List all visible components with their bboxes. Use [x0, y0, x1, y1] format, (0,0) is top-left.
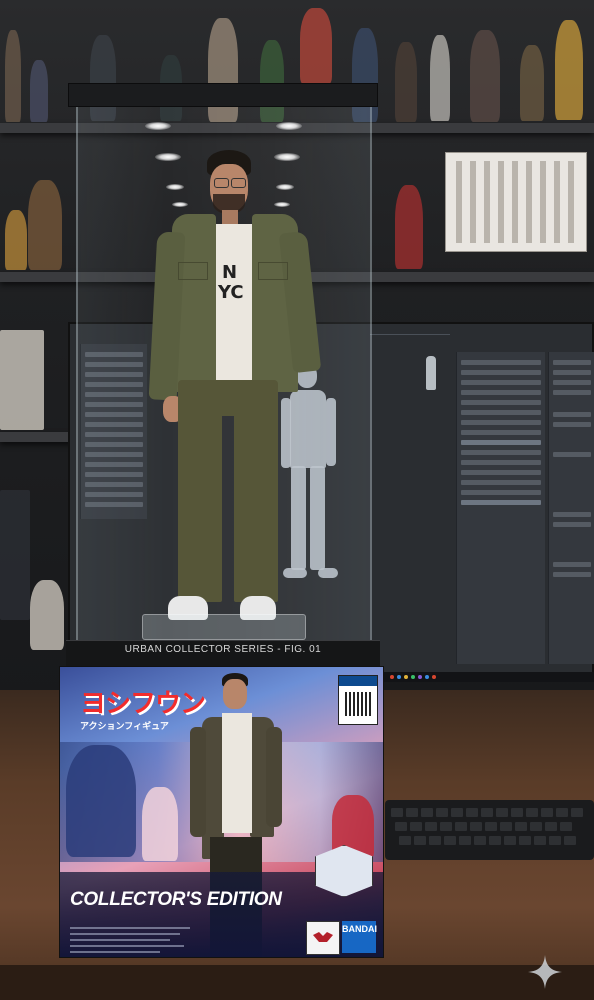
case-lid — [68, 83, 378, 107]
shelf-figure — [30, 580, 64, 650]
shelf-figure — [300, 8, 332, 84]
tee-print-line-1: N — [222, 262, 238, 283]
box-bat-logo — [306, 921, 340, 955]
inspector-panel-right — [548, 352, 594, 664]
tee-print-line-2: YC — [218, 282, 244, 303]
sparkle-icon — [528, 955, 562, 989]
case-spotlight — [276, 122, 302, 130]
box-edition-title: COLLECTOR'S EDITION — [70, 889, 282, 910]
shelf-figure — [30, 60, 48, 122]
manga-box-set — [445, 152, 587, 252]
box-corner-badge — [338, 675, 378, 725]
figure-base-plate — [142, 614, 306, 640]
case-spotlight — [172, 202, 188, 207]
keyboard — [385, 800, 594, 860]
case-spotlight — [155, 153, 181, 161]
shelf-figure — [5, 210, 27, 270]
shelf-figure — [430, 35, 450, 121]
box-character-left — [66, 745, 136, 857]
box-subtitle-japanese: アクションフィギュア — [80, 721, 169, 731]
shelf-figure — [0, 490, 30, 620]
shelf-figure — [520, 45, 544, 121]
shelf-figure — [28, 180, 62, 270]
case-spotlight — [166, 184, 184, 190]
taskbar-icon — [390, 675, 394, 679]
product-box: ヨシフウン アクションフィギュア COLLECTOR'S EDITION BAN… — [59, 666, 384, 958]
shelf-figure — [5, 30, 21, 122]
brand-name: BANDAI — [342, 924, 377, 934]
shelf-figure — [395, 42, 417, 122]
photo-scene: N YC URBAN COLLECTOR SERIES - FIG. 01 ヨシ… — [0, 0, 594, 1000]
case-spotlight — [274, 202, 290, 207]
bandai-logo: BANDAI — [342, 921, 377, 953]
taskbar-icon — [425, 675, 429, 679]
shelf-figure — [470, 30, 500, 122]
shelf-figure — [0, 330, 44, 430]
taskbar-icon — [418, 675, 422, 679]
taskbar-icon — [411, 675, 415, 679]
taskbar-icon — [404, 675, 408, 679]
taskbar-icon — [397, 675, 401, 679]
box-title-japanese: ヨシフウン — [80, 689, 206, 719]
shelf-figure — [395, 185, 423, 269]
desk-edge — [0, 965, 594, 1000]
shelf-figure — [555, 20, 583, 120]
viewport-mini-figure — [426, 356, 436, 390]
case-label: URBAN COLLECTOR SERIES - FIG. 01 — [124, 644, 322, 655]
case-spotlight — [276, 184, 294, 190]
case-spotlight — [274, 153, 300, 161]
case-spotlight — [145, 122, 171, 130]
taskbar-icon — [432, 675, 436, 679]
properties-panel — [456, 352, 545, 664]
box-character-mid — [142, 787, 178, 861]
